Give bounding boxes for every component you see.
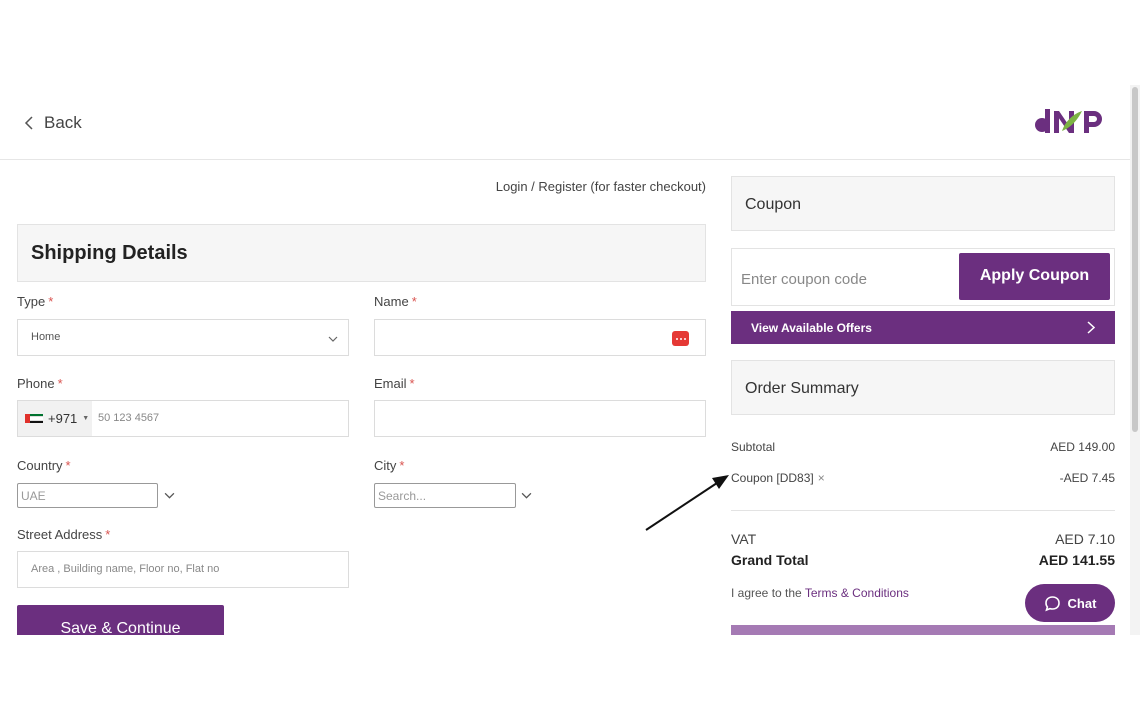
chevron-down-icon[interactable] xyxy=(164,492,175,499)
country-code-selector[interactable]: +971 ▼ xyxy=(18,401,92,436)
coupon-applied-label: Coupon [DD83] xyxy=(731,471,814,485)
required-mark: * xyxy=(65,458,71,473)
view-offers-label: View Available Offers xyxy=(751,321,872,335)
login-register-link[interactable]: Login / Register (for faster checkout) xyxy=(420,179,706,194)
name-label: Name * xyxy=(374,294,417,309)
caret-down-icon: ▼ xyxy=(82,415,90,422)
city-label: City * xyxy=(374,458,405,473)
country-placeholder: UAE xyxy=(21,489,46,503)
subtotal-value: AED 149.00 xyxy=(1050,440,1115,454)
grand-total-value: AED 141.55 xyxy=(1038,552,1115,568)
email-label: Email * xyxy=(374,376,415,391)
password-manager-icon[interactable] xyxy=(672,331,689,346)
required-mark: * xyxy=(409,376,415,391)
street-address-input[interactable]: Area , Building name, Floor no, Flat no xyxy=(17,551,349,588)
phone-placeholder: 50 123 4567 xyxy=(98,412,160,424)
view-offers-button[interactable]: View Available Offers xyxy=(731,311,1115,344)
chat-label: Chat xyxy=(1067,595,1097,611)
required-mark: * xyxy=(411,294,417,309)
phone-label: Phone * xyxy=(17,376,63,391)
coupon-code-row: Enter coupon code Apply Coupon xyxy=(731,248,1115,306)
chat-bubble-icon xyxy=(1044,595,1060,611)
type-select[interactable]: Home xyxy=(17,319,349,356)
checkout-continue-bar[interactable] xyxy=(731,625,1115,635)
name-input[interactable] xyxy=(374,319,706,356)
remove-coupon-icon[interactable]: × xyxy=(818,471,825,485)
chevron-left-icon xyxy=(24,116,33,130)
chat-button[interactable]: Chat xyxy=(1025,584,1115,622)
required-mark: * xyxy=(48,294,54,309)
type-value: Home xyxy=(31,331,61,343)
phone-input[interactable]: +971 ▼ 50 123 4567 xyxy=(17,400,349,437)
back-button[interactable]: Back xyxy=(24,113,82,133)
chevron-right-icon xyxy=(1087,321,1095,334)
required-mark: * xyxy=(57,376,63,391)
city-placeholder: Search... xyxy=(378,489,427,503)
grand-total-label: Grand Total xyxy=(731,552,809,568)
street-placeholder: Area , Building name, Floor no, Flat no xyxy=(31,563,220,575)
city-search-input[interactable]: Search... xyxy=(374,483,516,508)
back-label: Back xyxy=(44,113,82,132)
page-scrollbar[interactable] xyxy=(1130,85,1140,635)
country-input[interactable]: UAE xyxy=(17,483,158,508)
annotation-arrow-icon xyxy=(645,475,729,531)
order-summary-title: Order Summary xyxy=(745,380,859,397)
page-header: Back xyxy=(0,85,1130,160)
coupon-discount-value: -AED 7.45 xyxy=(1059,471,1115,485)
subtotal-label: Subtotal xyxy=(731,440,776,454)
required-mark: * xyxy=(399,458,405,473)
uae-flag-icon xyxy=(25,414,43,423)
shipping-details-title: Shipping Details xyxy=(31,242,188,264)
vat-value: AED 7.10 xyxy=(1055,531,1115,547)
coupon-header: Coupon xyxy=(731,176,1115,231)
scrollbar-thumb[interactable] xyxy=(1132,87,1138,432)
coupon-input[interactable]: Enter coupon code xyxy=(741,271,867,288)
required-mark: * xyxy=(105,527,111,542)
apply-coupon-button[interactable]: Apply Coupon xyxy=(959,253,1110,300)
email-input[interactable] xyxy=(374,400,706,437)
dnp-logo[interactable] xyxy=(1032,105,1108,137)
terms-text: I agree to the Terms & Conditions xyxy=(731,586,909,600)
coupon-title: Coupon xyxy=(745,196,802,213)
save-continue-button[interactable]: Save & Continue xyxy=(17,605,224,635)
checkout-viewport: Back Login / Register (for faster checko… xyxy=(0,85,1140,635)
type-label: Type * xyxy=(17,294,54,309)
order-summary-header: Order Summary xyxy=(731,360,1115,415)
summary-divider xyxy=(731,510,1115,511)
chevron-down-icon xyxy=(328,336,338,342)
chevron-down-icon[interactable] xyxy=(521,492,532,499)
terms-link[interactable]: Terms & Conditions xyxy=(805,586,909,600)
country-code: +971 xyxy=(48,411,78,426)
country-label: Country * xyxy=(17,458,71,473)
street-address-label: Street Address * xyxy=(17,527,111,542)
shipping-details-header: Shipping Details xyxy=(17,224,706,282)
